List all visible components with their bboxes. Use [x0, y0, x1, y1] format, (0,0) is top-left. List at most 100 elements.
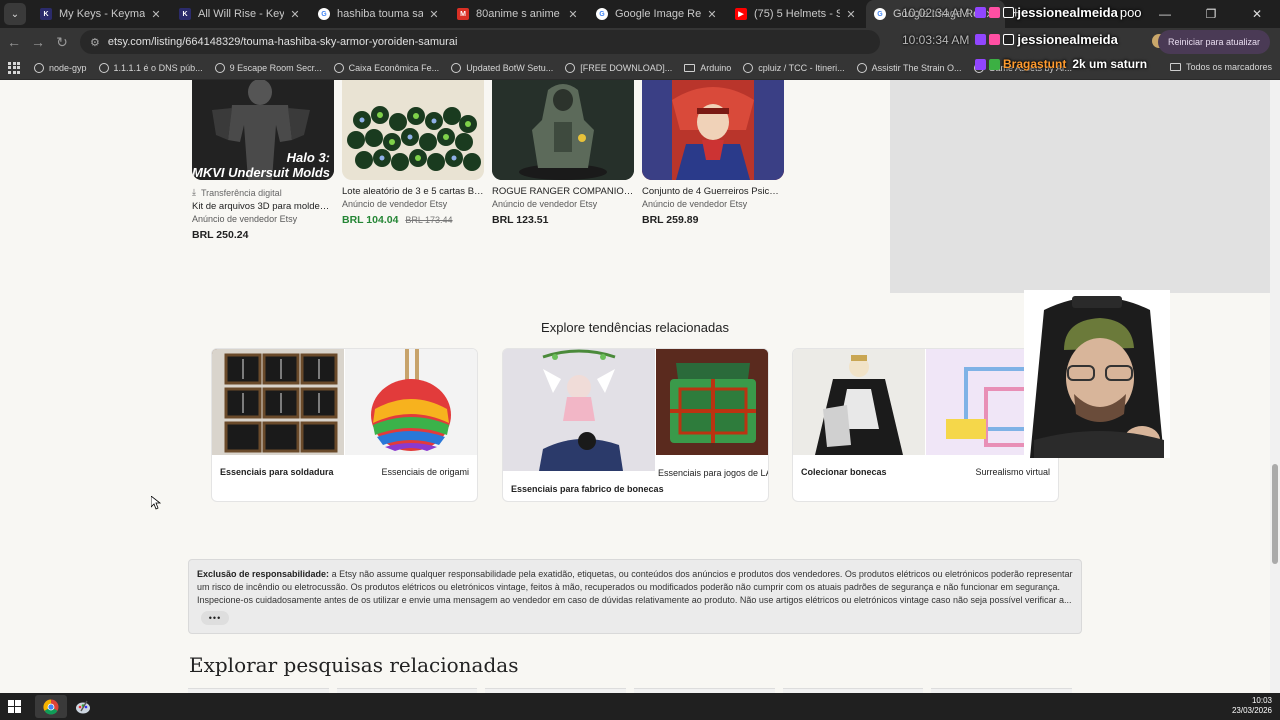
reload-icon[interactable]: ↻ — [50, 34, 74, 51]
globe-icon — [214, 62, 225, 73]
listing-image[interactable] — [342, 80, 484, 180]
chat-message: 10:02:34 AM jessionealmeida poo — [902, 5, 1142, 20]
listing-price: BRL 250.24 — [192, 229, 249, 241]
back-icon[interactable]: ← — [2, 34, 26, 50]
folder-icon — [684, 63, 696, 72]
trend-label[interactable]: Essenciais para jogos de LA — [658, 468, 768, 478]
webcam-overlay — [1024, 290, 1170, 458]
close-icon[interactable]: ✕ — [427, 8, 441, 21]
close-icon[interactable]: ✕ — [288, 8, 302, 21]
windows-taskbar: 10:03 23/03/2026 — [0, 693, 1280, 720]
trend-label[interactable]: Colecionar bonecas — [801, 467, 887, 477]
scrollbar-thumb[interactable] — [1272, 464, 1278, 564]
listing-image[interactable]: Halo 3: MKVI Undersuit Molds — [192, 80, 334, 180]
listing-title[interactable]: ROGUE RANGER COMPANION:... — [492, 186, 634, 197]
close-icon[interactable]: ✕ — [566, 8, 580, 21]
tab-3[interactable]: M 80anime s anime ronin gu ✕ — [449, 0, 588, 28]
trend-card[interactable]: Essenciais para soldadura Essenciais de … — [211, 348, 478, 502]
listing-title[interactable]: Conjunto de 4 Guerreiros Psicop... — [642, 186, 784, 197]
system-clock[interactable]: 10:03 23/03/2026 — [1232, 696, 1272, 716]
bookmark-folder[interactable]: Arduino — [684, 63, 731, 73]
relaunch-button[interactable]: Reiniciar para atualizar — [1157, 30, 1270, 54]
tab-title: 80anime s anime ronin gu — [476, 8, 562, 20]
pencil-badge-icon — [989, 58, 1000, 70]
url-text: etsy.com/listing/664148329/touma-hashiba… — [107, 36, 458, 48]
tab-2[interactable]: G hashiba touma samurai tr ✕ — [310, 0, 449, 28]
trend-label[interactable]: Essenciais de origami — [381, 467, 469, 477]
clock-date: 23/03/2026 — [1231, 706, 1272, 715]
listing-seller: Anúncio de vendedor Etsy — [642, 199, 748, 209]
trend-card[interactable]: Colecionar bonecas Surrealismo virtual — [792, 348, 1059, 502]
listing-card[interactable]: Lote aleatório de 3 e 5 cartas Bak... An… — [342, 80, 484, 226]
tab-1[interactable]: K All Will Rise - Keymailer ✕ — [171, 0, 310, 28]
chat-user: jessionealmeida — [1017, 5, 1118, 20]
close-window-button[interactable]: ✕ — [1234, 0, 1280, 28]
chat-time: 10:03:34 AM — [902, 32, 970, 47]
listing-image[interactable] — [492, 80, 634, 180]
clock-time: 10:03 — [1251, 696, 1272, 705]
trend-image[interactable] — [345, 349, 477, 455]
listing-image[interactable] — [642, 80, 784, 180]
listing-price: BRL 259.89 — [642, 214, 699, 226]
listing-card[interactable]: Conjunto de 4 Guerreiros Psicop... Anúnc… — [642, 80, 784, 226]
page-scrollbar[interactable] — [1270, 80, 1280, 693]
bookmark-item[interactable]: 9 Escape Room Secr... — [214, 62, 322, 73]
trend-label[interactable]: Essenciais para soldadura — [220, 467, 334, 477]
relaunch-label: Reiniciar para atualizar — [1167, 37, 1260, 47]
tab-5[interactable]: ▶ (75) 5 Helmets - Samurai ✕ — [727, 0, 866, 28]
globe-icon — [333, 62, 344, 73]
url-field[interactable]: ⚙ etsy.com/listing/664148329/touma-hashi… — [80, 30, 880, 54]
tab-0[interactable]: K My Keys - Keymailer ✕ — [32, 0, 171, 28]
trend-image[interactable] — [503, 349, 655, 471]
google-icon: G — [318, 8, 330, 20]
close-icon[interactable]: ✕ — [149, 8, 163, 21]
bookmark-label: [FREE DOWNLOAD]... — [580, 62, 673, 73]
trend-image[interactable] — [656, 349, 768, 455]
listing-title[interactable]: Lote aleatório de 3 e 5 cartas Bak... — [342, 186, 484, 197]
trend-card[interactable]: Essenciais para fabrico de bonecas Essen… — [502, 348, 769, 502]
apps-grid-icon[interactable] — [8, 61, 20, 74]
forward-icon[interactable]: → — [26, 34, 50, 50]
trend-image[interactable] — [212, 349, 344, 455]
listing-card[interactable]: Halo 3: MKVI Undersuit Molds ⤓ Transferên… — [192, 80, 334, 241]
all-bookmarks-folder[interactable]: Todos os marcadores — [1169, 62, 1272, 72]
tab-title: hashiba touma samurai tr — [337, 8, 423, 20]
soldering-frames-image — [212, 349, 344, 455]
larp-box-image — [656, 349, 768, 455]
close-icon[interactable]: ✕ — [705, 8, 719, 21]
tab-4[interactable]: G Google Image Result ✕ — [588, 0, 727, 28]
tab-search-button[interactable]: ⌄ — [4, 3, 26, 25]
bookmark-item[interactable]: node-gyp — [34, 62, 87, 73]
trend-image[interactable] — [793, 349, 925, 455]
card-pile-image — [342, 80, 484, 180]
image-caption: Halo 3: MKVI Undersuit Molds — [192, 150, 330, 180]
bookmark-label: 1.1.1.1 é o DNS púb... — [113, 62, 203, 73]
minimize-button[interactable]: — — [1142, 0, 1188, 28]
bookmark-item[interactable]: 1.1.1.1 é o DNS púb... — [98, 62, 203, 73]
doll-collection-image — [793, 349, 925, 455]
restore-button[interactable]: ❐ — [1188, 0, 1234, 28]
tab-title: Google Image Result — [615, 8, 701, 20]
globe-icon — [34, 62, 44, 73]
windows-start-icon[interactable] — [8, 700, 21, 713]
listing-card[interactable]: ROGUE RANGER COMPANION:... Anúncio de ve… — [492, 80, 634, 226]
warriors-image — [642, 80, 784, 180]
bookmark-label: node-gyp — [49, 62, 87, 73]
site-info-icon[interactable]: ⚙ — [90, 36, 100, 49]
globe-icon — [451, 62, 462, 73]
related-searches-heading: Explorar pesquisas relacionadas — [189, 653, 519, 677]
bookmark-item[interactable]: [FREE DOWNLOAD]... — [565, 62, 673, 73]
bookmark-item[interactable]: Assistir The Strain O... — [856, 62, 962, 73]
listing-title[interactable]: Kit de arquivos 3D para moldes d... — [192, 201, 334, 212]
bookmark-item[interactable]: Updated BotW Setu... — [451, 62, 553, 73]
bookmark-label: Caixa Econômica Fe... — [348, 62, 440, 73]
trend-label[interactable]: Essenciais para fabrico de bonecas — [511, 484, 664, 494]
trend-label[interactable]: Surrealismo virtual — [975, 467, 1050, 477]
paint-taskbar-button[interactable] — [67, 695, 99, 718]
expand-more-button[interactable]: ••• — [201, 611, 229, 625]
bookmark-item[interactable]: cpluiz / TCC - Itineri... — [743, 62, 845, 73]
close-icon[interactable]: ✕ — [844, 8, 858, 21]
chrome-taskbar-button[interactable] — [35, 695, 67, 718]
bookmark-item[interactable]: Caixa Econômica Fe... — [333, 62, 440, 73]
chat-message-text: 2k um saturn — [1072, 57, 1148, 71]
